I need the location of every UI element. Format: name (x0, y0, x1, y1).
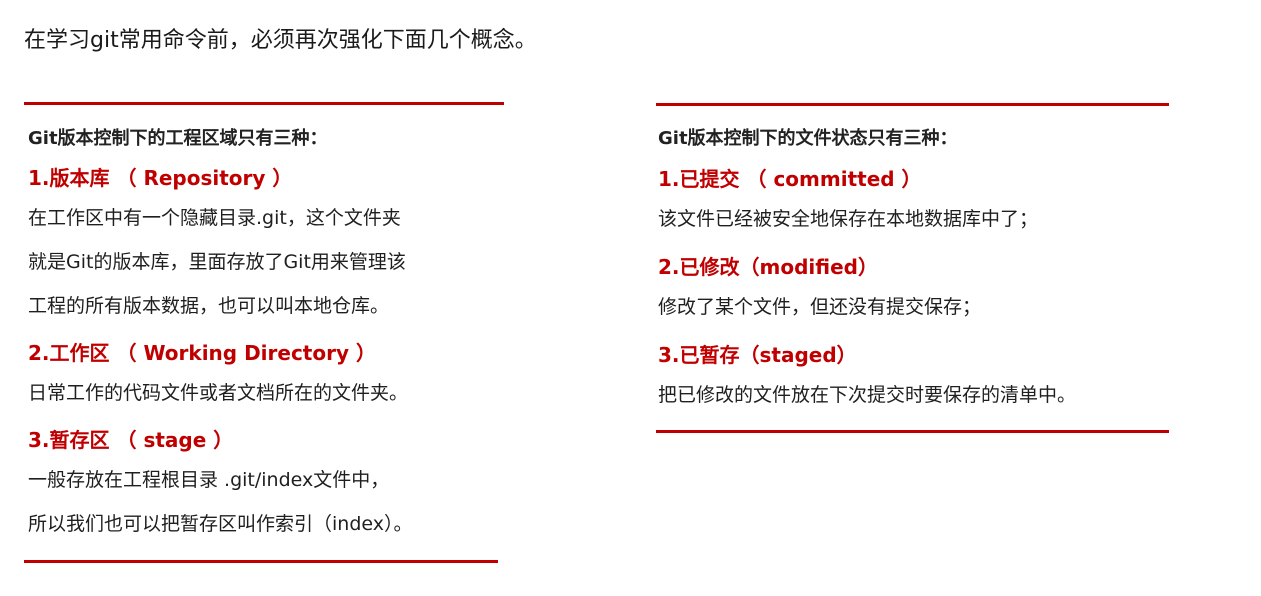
committed-desc-line: 该文件已经被安全地保存在本地数据库中了； (658, 208, 1039, 230)
intro-text: 在学习git常用命令前，必须再次强化下面几个概念。 (24, 28, 537, 53)
panel-top-divider (656, 103, 1169, 106)
stage-title: 3.暂存区 （ stage ） (28, 428, 234, 452)
working-directory-title: 2.工作区 （ Working Directory ） (28, 341, 376, 365)
modified-title: 2.已修改（modified） (658, 255, 878, 279)
file-states-panel: Git版本控制下的文件状态只有三种： 1.已提交 （ committed ） 该… (656, 103, 1170, 433)
modified-desc-line: 修改了某个文件，但还没有提交保存； (658, 296, 982, 318)
staged-title: 3.已暂存（staged） (658, 343, 857, 367)
work-areas-panel: Git版本控制下的工程区域只有三种： 1.版本库 （ Repository ） … (24, 102, 506, 563)
repository-title: 1.版本库 （ Repository ） (28, 166, 293, 190)
repository-desc-line: 就是Git的版本库，里面存放了Git用来管理该 (28, 251, 406, 273)
staged-desc-line: 把已修改的文件放在下次提交时要保存的清单中。 (658, 384, 1077, 406)
panel-top-divider (24, 102, 504, 105)
repository-desc-line: 工程的所有版本数据，也可以叫本地仓库。 (28, 295, 390, 317)
repository-desc-line: 在工作区中有一个隐藏目录.git，这个文件夹 (28, 207, 401, 229)
panel-bottom-divider (656, 430, 1169, 433)
stage-desc-line: 一般存放在工程根目录 .git/index文件中， (28, 469, 390, 491)
stage-desc-line: 所以我们也可以把暂存区叫作索引（index）。 (28, 513, 413, 535)
panel-bottom-divider (24, 560, 498, 563)
file-states-heading: Git版本控制下的文件状态只有三种： (658, 128, 958, 149)
work-areas-heading: Git版本控制下的工程区域只有三种： (28, 128, 328, 149)
working-directory-desc-line: 日常工作的代码文件或者文档所在的文件夹。 (28, 382, 409, 404)
committed-title: 1.已提交 （ committed ） (658, 167, 922, 191)
